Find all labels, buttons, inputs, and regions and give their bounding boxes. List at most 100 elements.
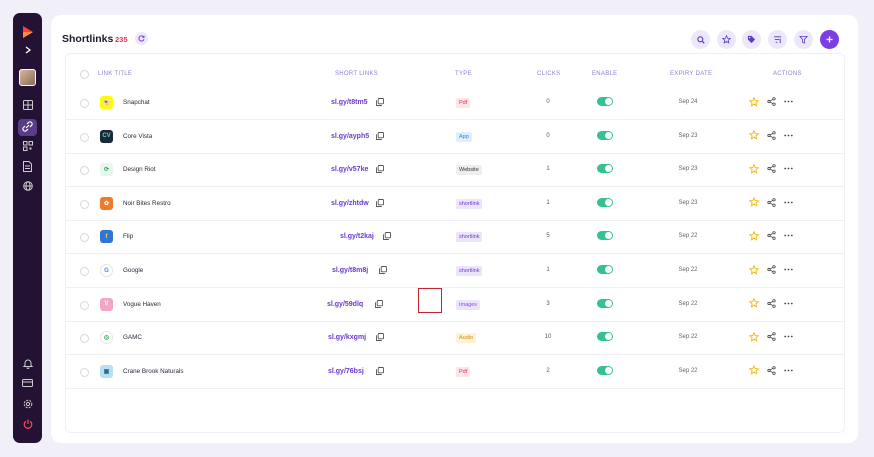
globe-icon[interactable] <box>13 181 42 191</box>
short-link[interactable]: sl.gy/t8m8j <box>332 267 368 274</box>
short-link[interactable]: sl.gy/59dlq <box>327 301 363 308</box>
table-row[interactable]: ⟳ Design Riot sl.gy/v57ke Website 1 Sep … <box>66 153 844 188</box>
enable-toggle[interactable] <box>597 197 613 207</box>
copy-icon[interactable] <box>375 97 385 107</box>
short-link[interactable]: sl.gy/zhtdw <box>331 200 369 207</box>
share-icon[interactable] <box>766 298 777 309</box>
more-options-icon[interactable] <box>783 197 794 208</box>
link-title: Vogue Haven <box>123 300 161 308</box>
search-button[interactable] <box>691 30 710 49</box>
share-icon[interactable] <box>766 197 777 208</box>
column-header-type[interactable]: TYPE <box>455 71 472 77</box>
card-icon[interactable] <box>13 379 42 387</box>
enable-toggle[interactable] <box>597 365 613 375</box>
refresh-icon[interactable] <box>135 32 148 45</box>
more-options-icon[interactable] <box>783 96 794 107</box>
logo-icon[interactable] <box>13 25 42 39</box>
dashboard-icon[interactable] <box>13 100 42 110</box>
more-options-icon[interactable] <box>783 365 794 376</box>
share-icon[interactable] <box>766 96 777 107</box>
expand-icon[interactable] <box>13 46 42 54</box>
copy-icon[interactable] <box>375 198 385 208</box>
qr-icon[interactable] <box>13 141 42 151</box>
enable-toggle[interactable] <box>597 97 613 106</box>
copy-icon[interactable] <box>378 265 388 275</box>
short-link[interactable]: sl.gy/v57ke <box>331 166 368 173</box>
row-checkbox[interactable] <box>80 199 89 209</box>
share-icon[interactable] <box>766 264 777 275</box>
more-options-icon[interactable] <box>783 298 794 309</box>
star-icon[interactable] <box>748 163 759 174</box>
share-icon[interactable] <box>766 230 777 241</box>
row-checkbox[interactable] <box>80 99 89 108</box>
star-icon[interactable] <box>748 298 759 309</box>
select-all-checkbox[interactable] <box>80 70 89 79</box>
short-link[interactable]: sl.gy/kxgmj <box>328 334 366 341</box>
star-icon[interactable] <box>748 130 759 141</box>
row-checkbox[interactable] <box>80 132 89 142</box>
table-row[interactable]: 👻 Snapchat sl.gy/t8tm5 Pdf 0 Sep 24 <box>66 86 844 120</box>
table-row[interactable]: CV Core Vista sl.gy/ayph5 App 0 Sep 23 <box>66 120 844 154</box>
enable-toggle[interactable] <box>597 265 613 274</box>
row-checkbox[interactable] <box>80 367 89 377</box>
more-options-icon[interactable] <box>783 130 794 141</box>
power-icon[interactable] <box>13 419 42 429</box>
star-icon[interactable] <box>748 331 759 342</box>
tags-button[interactable] <box>742 30 761 49</box>
copy-icon[interactable] <box>382 231 392 241</box>
share-icon[interactable] <box>766 163 777 174</box>
table-row[interactable]: ✿ Noir Bites Restro sl.gy/zhtdw shortlin… <box>66 187 844 221</box>
copy-icon[interactable] <box>375 131 385 141</box>
share-icon[interactable] <box>766 130 777 141</box>
share-icon[interactable] <box>766 365 777 376</box>
copy-icon[interactable] <box>375 332 385 342</box>
short-link[interactable]: sl.gy/76bsj <box>328 368 364 375</box>
enable-toggle[interactable] <box>597 231 613 241</box>
star-icon[interactable] <box>748 96 759 107</box>
copy-icon[interactable] <box>375 366 385 376</box>
copy-icon[interactable] <box>375 164 385 174</box>
row-checkbox[interactable] <box>80 300 89 310</box>
column-header-expiry-date[interactable]: EXPIRY DATE <box>670 71 712 77</box>
table-row[interactable]: ▣ Crane Brook Naturals sl.gy/76bsj Pdf 2… <box>66 355 844 389</box>
star-icon[interactable] <box>748 264 759 275</box>
short-link[interactable]: sl.gy/t2kaj <box>340 233 374 240</box>
row-checkbox[interactable] <box>80 166 89 176</box>
column-header-clicks[interactable]: CLICKS <box>537 71 560 77</box>
share-icon[interactable] <box>766 331 777 342</box>
short-link[interactable]: sl.gy/ayph5 <box>331 133 369 140</box>
enable-toggle[interactable] <box>597 332 613 342</box>
column-header-short-links[interactable]: SHORT LINKS <box>335 71 378 77</box>
short-link[interactable]: sl.gy/t8tm5 <box>331 99 368 106</box>
filter-button[interactable] <box>794 30 813 49</box>
row-checkbox[interactable] <box>80 267 89 276</box>
enable-toggle[interactable] <box>597 298 613 308</box>
more-options-icon[interactable] <box>783 331 794 342</box>
star-icon[interactable] <box>748 197 759 208</box>
row-checkbox[interactable] <box>80 233 89 243</box>
add-link-button[interactable] <box>820 30 839 49</box>
more-options-icon[interactable] <box>783 264 794 275</box>
document-icon[interactable] <box>13 161 42 172</box>
copy-icon[interactable] <box>374 299 384 309</box>
table-row[interactable]: V Vogue Haven sl.gy/59dlq Images 3 Sep 2… <box>66 287 844 322</box>
filter-icon <box>799 35 808 44</box>
link-icon[interactable] <box>13 121 42 132</box>
favorites-button[interactable] <box>717 30 736 49</box>
enable-toggle[interactable] <box>597 130 613 140</box>
avatar[interactable] <box>13 69 42 86</box>
row-checkbox[interactable] <box>80 334 89 344</box>
sort-button[interactable] <box>768 30 787 49</box>
settings-icon[interactable] <box>13 399 42 409</box>
star-icon[interactable] <box>748 230 759 241</box>
star-icon[interactable] <box>748 365 759 376</box>
table-row[interactable]: G Google sl.gy/t8m8j shortlink 1 Sep 22 <box>66 254 844 288</box>
table-row[interactable]: ◎ GAMC sl.gy/kxgmj Audio 10 Sep 22 <box>66 321 844 356</box>
enable-toggle[interactable] <box>597 164 613 174</box>
table-row[interactable]: f Flip sl.gy/t2kaj shortlink 5 Sep 22 <box>66 220 844 255</box>
column-header-link-title[interactable]: LINK TITLE <box>98 71 132 77</box>
bell-icon[interactable] <box>13 358 42 369</box>
more-options-icon[interactable] <box>783 230 794 241</box>
more-options-icon[interactable] <box>783 163 794 174</box>
column-header-enable[interactable]: ENABLE <box>592 71 617 77</box>
